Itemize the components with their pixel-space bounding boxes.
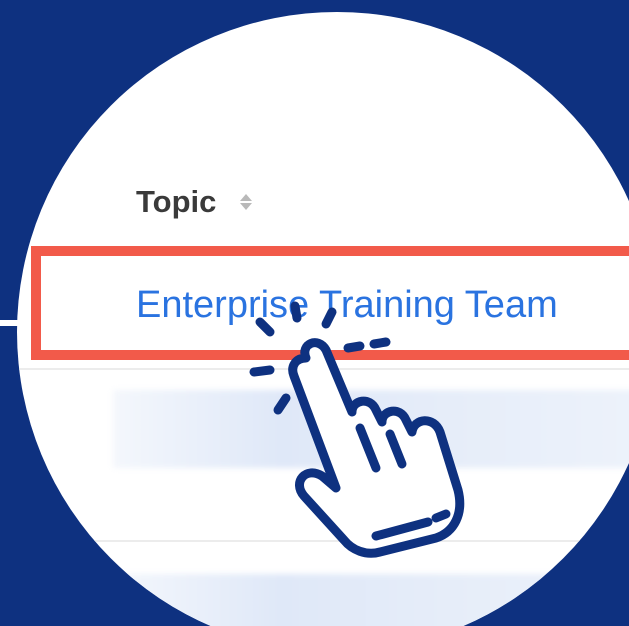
click-ray	[290, 301, 302, 323]
column-header-label: Topic	[136, 184, 217, 219]
click-ray	[273, 393, 291, 415]
click-ray	[343, 341, 365, 353]
click-ray	[369, 337, 391, 349]
blurred-table-row	[113, 574, 629, 626]
sort-ascending-icon	[240, 194, 253, 201]
magnified-callout-stage: Topic Enterprise Training Team	[0, 0, 629, 626]
click-ray	[255, 317, 275, 337]
pointing-hand-click-icon	[249, 301, 465, 558]
sort-icon[interactable]	[238, 190, 254, 214]
click-ray	[249, 365, 275, 377]
cuff-line	[431, 509, 451, 523]
sort-descending-icon	[240, 203, 253, 210]
topic-column-header[interactable]: Topic	[136, 184, 254, 220]
click-ray	[321, 307, 337, 329]
